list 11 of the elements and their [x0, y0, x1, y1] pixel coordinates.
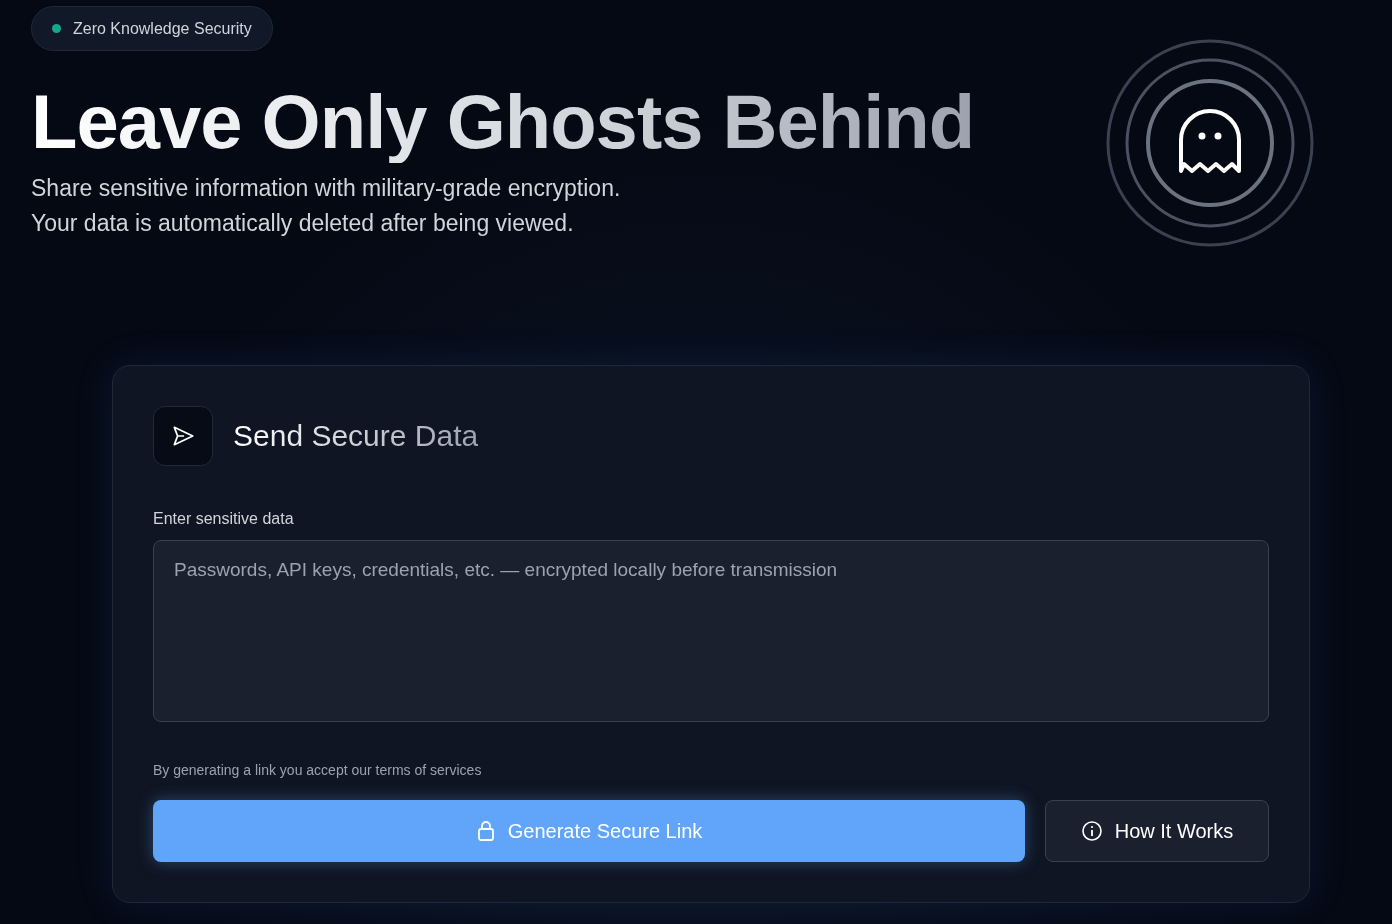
lock-icon — [475, 820, 496, 842]
hero-subtitle: Your data is automatically deleted after being viewed. — [31, 209, 574, 238]
badge-label: Zero Knowledge Security — [73, 19, 252, 38]
data-input-field[interactable]: Passwords, API keys, credentials, etc. — encrypted locally before transmission — [153, 540, 1269, 722]
send-icon — [153, 406, 213, 466]
status-dot — [52, 24, 61, 33]
info-icon — [1080, 820, 1103, 842]
hero-subtitle: Share sensitive information with military-grade encryption. — [31, 174, 621, 203]
terms-text: By generating a link you accept our terms of services — [153, 762, 483, 778]
how-it-works-button[interactable]: How It Works — [1045, 800, 1269, 862]
field-label: Enter sensitive data — [153, 510, 295, 528]
